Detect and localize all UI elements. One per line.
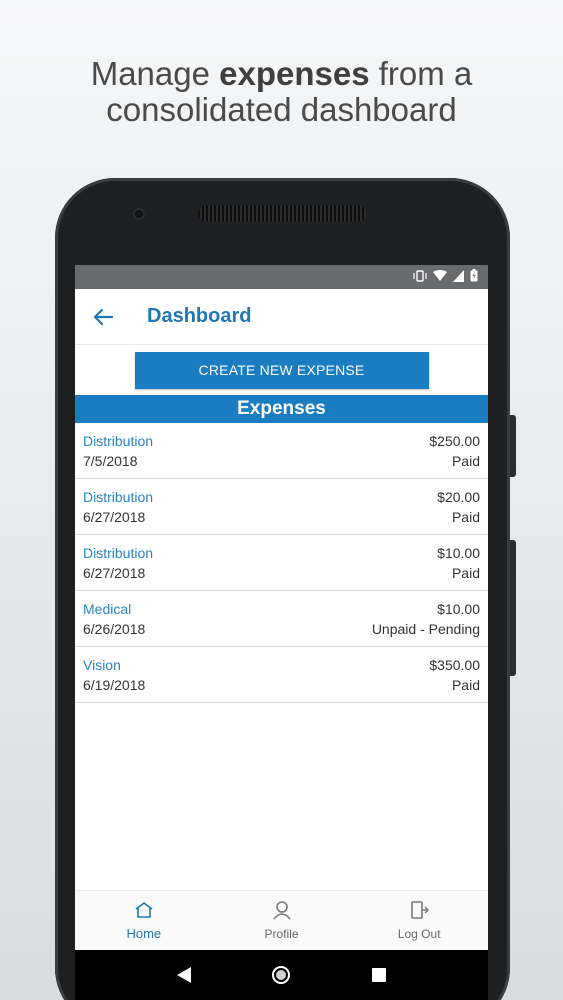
system-recents-icon[interactable] bbox=[364, 960, 394, 990]
home-icon bbox=[134, 901, 154, 922]
headline-line-2: consolidated dashboard bbox=[106, 91, 457, 128]
expense-row-left: Medical 6/26/2018 bbox=[83, 591, 145, 646]
nav-item-profile[interactable]: Profile bbox=[213, 891, 351, 950]
expense-status: Paid bbox=[451, 564, 480, 581]
profile-icon bbox=[272, 900, 292, 923]
expense-status: Unpaid - Pending bbox=[371, 620, 480, 637]
logout-icon bbox=[409, 900, 430, 923]
phone-screen: Dashboard CREATE NEW EXPENSE Expenses Di… bbox=[75, 265, 488, 1000]
expense-list: Distribution 7/5/2018 $250.00 Paid Distribut… bbox=[75, 423, 488, 703]
expense-row-left: Vision 6/19/2018 bbox=[83, 647, 145, 702]
expense-amount: $350.00 bbox=[429, 656, 480, 673]
expense-row[interactable]: Distribution 7/5/2018 $250.00 Paid bbox=[75, 423, 488, 479]
expense-date: 7/5/2018 bbox=[83, 452, 138, 469]
system-home-icon[interactable] bbox=[266, 960, 296, 990]
expense-category: Distribution bbox=[83, 488, 154, 505]
wifi-icon bbox=[433, 269, 447, 285]
back-arrow-icon[interactable] bbox=[75, 289, 131, 345]
expense-status: Paid bbox=[451, 452, 480, 469]
expense-row-right: $250.00 Paid bbox=[429, 423, 480, 478]
signal-icon bbox=[453, 269, 464, 285]
earpiece-speaker bbox=[198, 205, 366, 222]
expense-row-right: $10.00 Paid bbox=[437, 535, 480, 590]
expense-row-left: Distribution 6/27/2018 bbox=[83, 479, 153, 534]
page-title: Dashboard bbox=[147, 305, 252, 327]
nav-item-home[interactable]: Home bbox=[75, 891, 213, 950]
system-navigation-bar bbox=[75, 950, 488, 1000]
expense-date: 6/27/2018 bbox=[83, 564, 146, 581]
expense-row[interactable]: Vision 6/19/2018 $350.00 Paid bbox=[75, 647, 488, 703]
expense-row-left: Distribution 7/5/2018 bbox=[83, 423, 153, 478]
expense-category: Distribution bbox=[83, 432, 154, 449]
nav-item-label: Home bbox=[126, 925, 162, 941]
expense-row[interactable]: Medical 6/26/2018 $10.00 Unpaid - Pending bbox=[75, 591, 488, 647]
vibrate-icon bbox=[413, 269, 427, 285]
phone-power-button bbox=[510, 415, 516, 477]
expense-row[interactable]: Distribution 6/27/2018 $10.00 Paid bbox=[75, 535, 488, 591]
expense-amount: $10.00 bbox=[437, 544, 480, 561]
expense-date: 6/19/2018 bbox=[83, 676, 146, 693]
expense-category: Medical bbox=[83, 600, 132, 617]
expense-row-left: Distribution 6/27/2018 bbox=[83, 535, 153, 590]
create-expense-container: CREATE NEW EXPENSE bbox=[75, 345, 488, 395]
expense-date: 6/27/2018 bbox=[83, 508, 146, 525]
expense-category: Vision bbox=[83, 656, 121, 673]
system-back-icon[interactable] bbox=[169, 960, 199, 990]
expense-row-right: $20.00 Paid bbox=[437, 479, 480, 534]
expense-category: Distribution bbox=[83, 544, 154, 561]
nav-item-label: Log Out bbox=[397, 927, 441, 941]
status-bar bbox=[75, 265, 488, 289]
expense-row[interactable]: Distribution 6/27/2018 $20.00 Paid bbox=[75, 479, 488, 535]
expense-date: 6/26/2018 bbox=[83, 620, 146, 637]
phone-volume-button bbox=[510, 540, 516, 676]
nav-item-label: Profile bbox=[264, 927, 299, 941]
expenses-heading: Expenses bbox=[75, 395, 488, 423]
headline-bold-word: expenses bbox=[219, 55, 370, 92]
expense-status: Paid bbox=[451, 508, 480, 525]
front-camera bbox=[133, 208, 145, 220]
headline-line-1: Manage expenses from a bbox=[90, 55, 473, 92]
expense-status: Paid bbox=[451, 676, 480, 693]
expense-amount: $20.00 bbox=[437, 488, 480, 505]
app-bar: Dashboard bbox=[75, 289, 488, 345]
expense-row-right: $350.00 Paid bbox=[429, 647, 480, 702]
battery-icon bbox=[470, 269, 478, 285]
expense-row-right: $10.00 Unpaid - Pending bbox=[372, 591, 480, 646]
promo-headline: Manage expenses from a consolidated dash… bbox=[0, 56, 563, 128]
expense-amount: $250.00 bbox=[429, 432, 480, 449]
expense-amount: $10.00 bbox=[437, 600, 480, 617]
create-new-expense-button[interactable]: CREATE NEW EXPENSE bbox=[134, 351, 429, 389]
nav-item-log-out[interactable]: Log Out bbox=[350, 891, 488, 950]
bottom-navigation: Home Profile Log Out bbox=[75, 890, 488, 950]
